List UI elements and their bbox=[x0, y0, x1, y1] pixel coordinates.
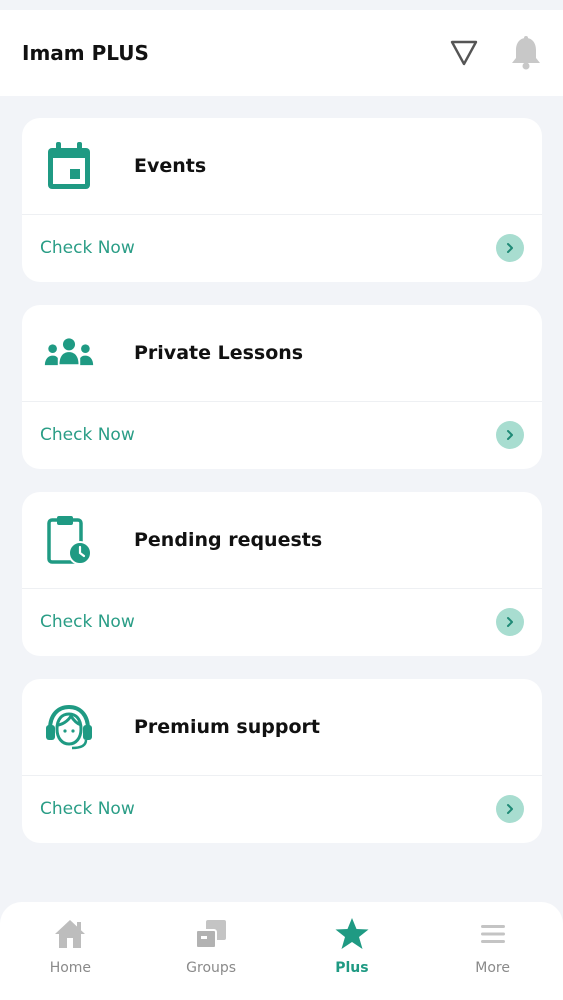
page-title: Imam PLUS bbox=[22, 41, 149, 65]
nav-label: Plus bbox=[335, 960, 369, 976]
clipboard-clock-icon bbox=[44, 515, 94, 565]
bottom-navigation: Home Groups Plus More bbox=[0, 902, 563, 1000]
bell-icon[interactable] bbox=[509, 35, 543, 71]
card-footer[interactable]: Check Now bbox=[22, 215, 542, 281]
headset-icon bbox=[44, 702, 94, 752]
app-header: Imam PLUS bbox=[0, 10, 563, 96]
star-icon bbox=[334, 914, 370, 954]
card-header: Premium support bbox=[22, 679, 542, 776]
card-premium-support[interactable]: Premium support Check Now bbox=[22, 679, 542, 843]
filter-icon[interactable] bbox=[449, 39, 479, 67]
card-footer[interactable]: Check Now bbox=[22, 402, 542, 468]
groups-icon bbox=[194, 914, 228, 954]
chevron-right-icon[interactable] bbox=[496, 234, 524, 262]
check-now-link[interactable]: Check Now bbox=[40, 799, 135, 819]
check-now-link[interactable]: Check Now bbox=[40, 238, 135, 258]
feature-card-list: Events Check Now Private Lessons Check N… bbox=[22, 118, 542, 866]
nav-item-more[interactable]: More bbox=[433, 914, 553, 976]
card-footer[interactable]: Check Now bbox=[22, 776, 542, 842]
card-header: Private Lessons bbox=[22, 305, 542, 402]
check-now-link[interactable]: Check Now bbox=[40, 612, 135, 632]
nav-item-home[interactable]: Home bbox=[10, 914, 130, 976]
nav-label: More bbox=[475, 960, 510, 976]
card-private-lessons[interactable]: Private Lessons Check Now bbox=[22, 305, 542, 469]
nav-item-groups[interactable]: Groups bbox=[151, 914, 271, 976]
home-icon bbox=[53, 914, 87, 954]
group-icon bbox=[44, 328, 94, 378]
nav-label: Groups bbox=[186, 960, 237, 976]
card-events[interactable]: Events Check Now bbox=[22, 118, 542, 282]
card-title: Pending requests bbox=[134, 529, 323, 551]
chevron-right-icon[interactable] bbox=[496, 608, 524, 636]
card-title: Events bbox=[134, 155, 207, 177]
card-pending-requests[interactable]: Pending requests Check Now bbox=[22, 492, 542, 656]
card-header: Pending requests bbox=[22, 492, 542, 589]
chevron-right-icon[interactable] bbox=[496, 421, 524, 449]
card-footer[interactable]: Check Now bbox=[22, 589, 542, 655]
calendar-icon bbox=[44, 141, 94, 191]
chevron-right-icon[interactable] bbox=[496, 795, 524, 823]
menu-icon bbox=[479, 914, 507, 954]
nav-item-plus[interactable]: Plus bbox=[292, 914, 412, 976]
nav-label: Home bbox=[49, 960, 92, 976]
card-header: Events bbox=[22, 118, 542, 215]
header-actions bbox=[449, 35, 543, 71]
check-now-link[interactable]: Check Now bbox=[40, 425, 135, 445]
card-title: Private Lessons bbox=[134, 342, 304, 364]
card-title: Premium support bbox=[134, 716, 320, 738]
